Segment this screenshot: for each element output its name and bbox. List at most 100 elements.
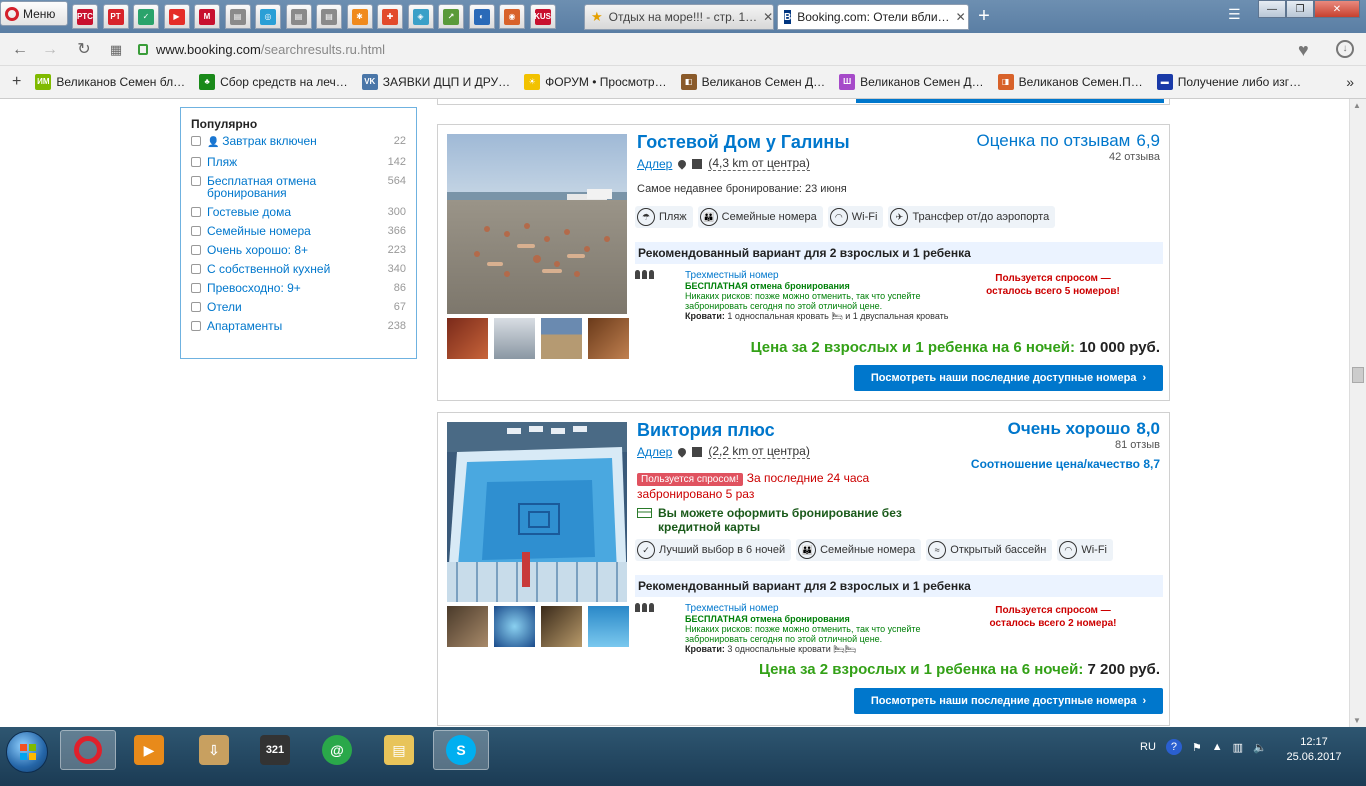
previous-card-button[interactable]	[856, 99, 1164, 103]
city-link[interactable]: Адлер	[637, 445, 672, 459]
new-tab-button[interactable]: +	[974, 6, 994, 26]
taskbar-explorer[interactable]: ▤	[371, 730, 427, 770]
pinned-tab[interactable]: ◐	[468, 4, 495, 29]
bookmarks-more-icon[interactable]: »	[1346, 74, 1354, 90]
back-icon[interactable]: ←	[10, 40, 30, 60]
pinned-tab[interactable]: ✚	[377, 4, 403, 29]
pinned-tab[interactable]: ✓	[133, 4, 159, 29]
see-rooms-button[interactable]: Посмотреть наши последние доступные номе…	[854, 688, 1163, 714]
scroll-thumb[interactable]	[1352, 367, 1364, 383]
pinned-tab[interactable]: ◎	[255, 4, 281, 29]
add-bookmark-icon[interactable]: +	[12, 73, 21, 91]
pinned-tab[interactable]: ▤	[316, 4, 342, 29]
thumbnail[interactable]	[541, 318, 582, 359]
review-score[interactable]: Очень хорошо 8,0 81 отзыв Соотношение цен…	[971, 419, 1160, 471]
filter-option[interactable]: Гостевые дома 300	[191, 206, 406, 218]
thumbnail[interactable]	[588, 606, 629, 647]
filter-checkbox[interactable]	[191, 302, 201, 312]
see-rooms-button[interactable]: Посмотреть наши последние доступные номе…	[854, 365, 1163, 391]
pinned-tab[interactable]: ◉	[499, 4, 525, 29]
download-icon[interactable]: ↓	[1336, 40, 1354, 58]
review-score[interactable]: Оценка по отзывам 6,9 42 отзыва	[977, 131, 1161, 163]
bookmark-item[interactable]: Ш Великанов Семен Д…	[839, 74, 984, 90]
bookmark-item[interactable]: ◧ Великанов Семен Д…	[680, 74, 825, 90]
room-name-link[interactable]: Трехместный номер	[685, 271, 985, 281]
bookmark-item[interactable]: ◨ Великанов Семен.П…	[997, 74, 1143, 90]
volume-icon[interactable]: 🔈	[1253, 741, 1267, 754]
filter-checkbox[interactable]	[191, 136, 201, 146]
thumbnail[interactable]	[447, 606, 488, 647]
filter-checkbox[interactable]	[191, 226, 201, 236]
close-tab-icon[interactable]: ✕	[763, 10, 773, 24]
thumbnail[interactable]	[494, 318, 535, 359]
filter-option[interactable]: Бесплатная отмена бронирования 564	[191, 175, 406, 199]
hotel-name-link[interactable]: Виктория плюс	[637, 420, 775, 441]
help-icon[interactable]: ?	[1165, 739, 1182, 755]
filter-checkbox[interactable]	[191, 176, 201, 186]
bookmark-item[interactable]: ИМ Великанов Семен бл…	[35, 74, 185, 90]
thumbnail[interactable]	[588, 318, 629, 359]
distance-link[interactable]: (2,2 km от центра)	[708, 444, 810, 459]
taskbar-mediaplayer-321[interactable]: 321	[247, 730, 303, 770]
pinned-tab[interactable]: РТС	[72, 4, 98, 29]
bookmark-item[interactable]: ▬ Получение либо изг…	[1156, 74, 1301, 90]
filter-option[interactable]: Очень хорошо: 8+ 223	[191, 244, 406, 256]
taskbar-opera[interactable]	[60, 730, 116, 770]
bookmark-item[interactable]: VK ЗАЯВКИ ДЦП И ДРУ…	[361, 74, 510, 90]
language-indicator[interactable]: RU	[1140, 741, 1156, 753]
room-name-link[interactable]: Трехместный номер	[685, 604, 985, 614]
page-scrollbar[interactable]: ▲ ▼	[1349, 99, 1366, 727]
thumbnail[interactable]	[541, 606, 582, 647]
filter-option[interactable]: Апартаменты 238	[191, 320, 406, 332]
filter-option[interactable]: С собственной кухней 340	[191, 263, 406, 275]
tab-vacation-forum[interactable]: ★ Отдых на море!!! - стр. 1… ✕	[584, 4, 774, 30]
taskbar-mail-agent[interactable]: @	[309, 730, 365, 770]
close-window-button[interactable]: ✕	[1314, 0, 1360, 18]
pinned-tab[interactable]: PT	[102, 4, 129, 29]
hotel-name-link[interactable]: Гостевой Дом у Галины	[637, 132, 850, 153]
scroll-up-icon[interactable]: ▲	[1353, 101, 1361, 110]
taskbar-skype[interactable]: S	[433, 730, 489, 770]
opera-menu-button[interactable]: Меню	[0, 1, 68, 26]
hotel-main-photo[interactable]	[447, 134, 627, 314]
pinned-tab[interactable]: ▤	[285, 4, 312, 29]
hotel-main-photo[interactable]	[447, 422, 627, 602]
pinned-tab[interactable]: ◈	[407, 4, 434, 29]
tab-booking[interactable]: B Booking.com: Отели вбли… ✕	[777, 4, 969, 30]
city-link[interactable]: Адлер	[637, 157, 672, 171]
show-hidden-icon[interactable]: ▲	[1212, 741, 1223, 753]
flag-icon[interactable]: ⚑	[1192, 741, 1202, 754]
filter-checkbox[interactable]	[191, 207, 201, 217]
url-field[interactable]: www.booking.com/searchresults.ru.html	[138, 38, 1288, 61]
filter-option[interactable]: 👤 Завтрак включен 22	[191, 135, 406, 149]
bookmark-heart-icon[interactable]: ♥	[1298, 40, 1309, 61]
speed-dial-icon[interactable]: ▦	[106, 40, 126, 60]
bookmark-item[interactable]: ☀ ФОРУМ • Просмотр…	[524, 74, 667, 90]
map-pin-icon[interactable]	[676, 445, 689, 458]
filter-option[interactable]: Семейные номера 366	[191, 225, 406, 237]
scroll-down-icon[interactable]: ▼	[1353, 716, 1361, 725]
filter-option[interactable]: Пляж 142	[191, 156, 406, 168]
filter-checkbox[interactable]	[191, 283, 201, 293]
filter-option[interactable]: Превосходно: 9+ 86	[191, 282, 406, 294]
map-icon[interactable]	[692, 158, 703, 169]
clock[interactable]: 12:17 25.06.2017	[1280, 735, 1348, 765]
reload-icon[interactable]: ↻	[74, 40, 94, 60]
start-button[interactable]	[6, 731, 48, 773]
filter-checkbox[interactable]	[191, 264, 201, 274]
filter-checkbox[interactable]	[191, 245, 201, 255]
pinned-tab[interactable]: ↗	[438, 4, 464, 29]
minimize-button[interactable]: —	[1258, 0, 1286, 18]
filter-checkbox[interactable]	[191, 321, 201, 331]
close-tab-icon[interactable]: ✕	[956, 10, 966, 24]
thumbnail[interactable]	[447, 318, 488, 359]
pinned-tab[interactable]: M	[194, 4, 220, 29]
taskbar-media-player[interactable]: ▶	[121, 730, 177, 770]
distance-link[interactable]: (4,3 km от центра)	[708, 156, 810, 171]
filter-option[interactable]: Отели 67	[191, 301, 406, 313]
filter-checkbox[interactable]	[191, 157, 201, 167]
pinned-tab[interactable]: KUS	[529, 4, 556, 29]
map-icon[interactable]	[692, 446, 703, 457]
bookmark-item[interactable]: ♣ Сбор средств на леч…	[199, 74, 348, 90]
network-icon[interactable]: ▥	[1233, 741, 1243, 754]
